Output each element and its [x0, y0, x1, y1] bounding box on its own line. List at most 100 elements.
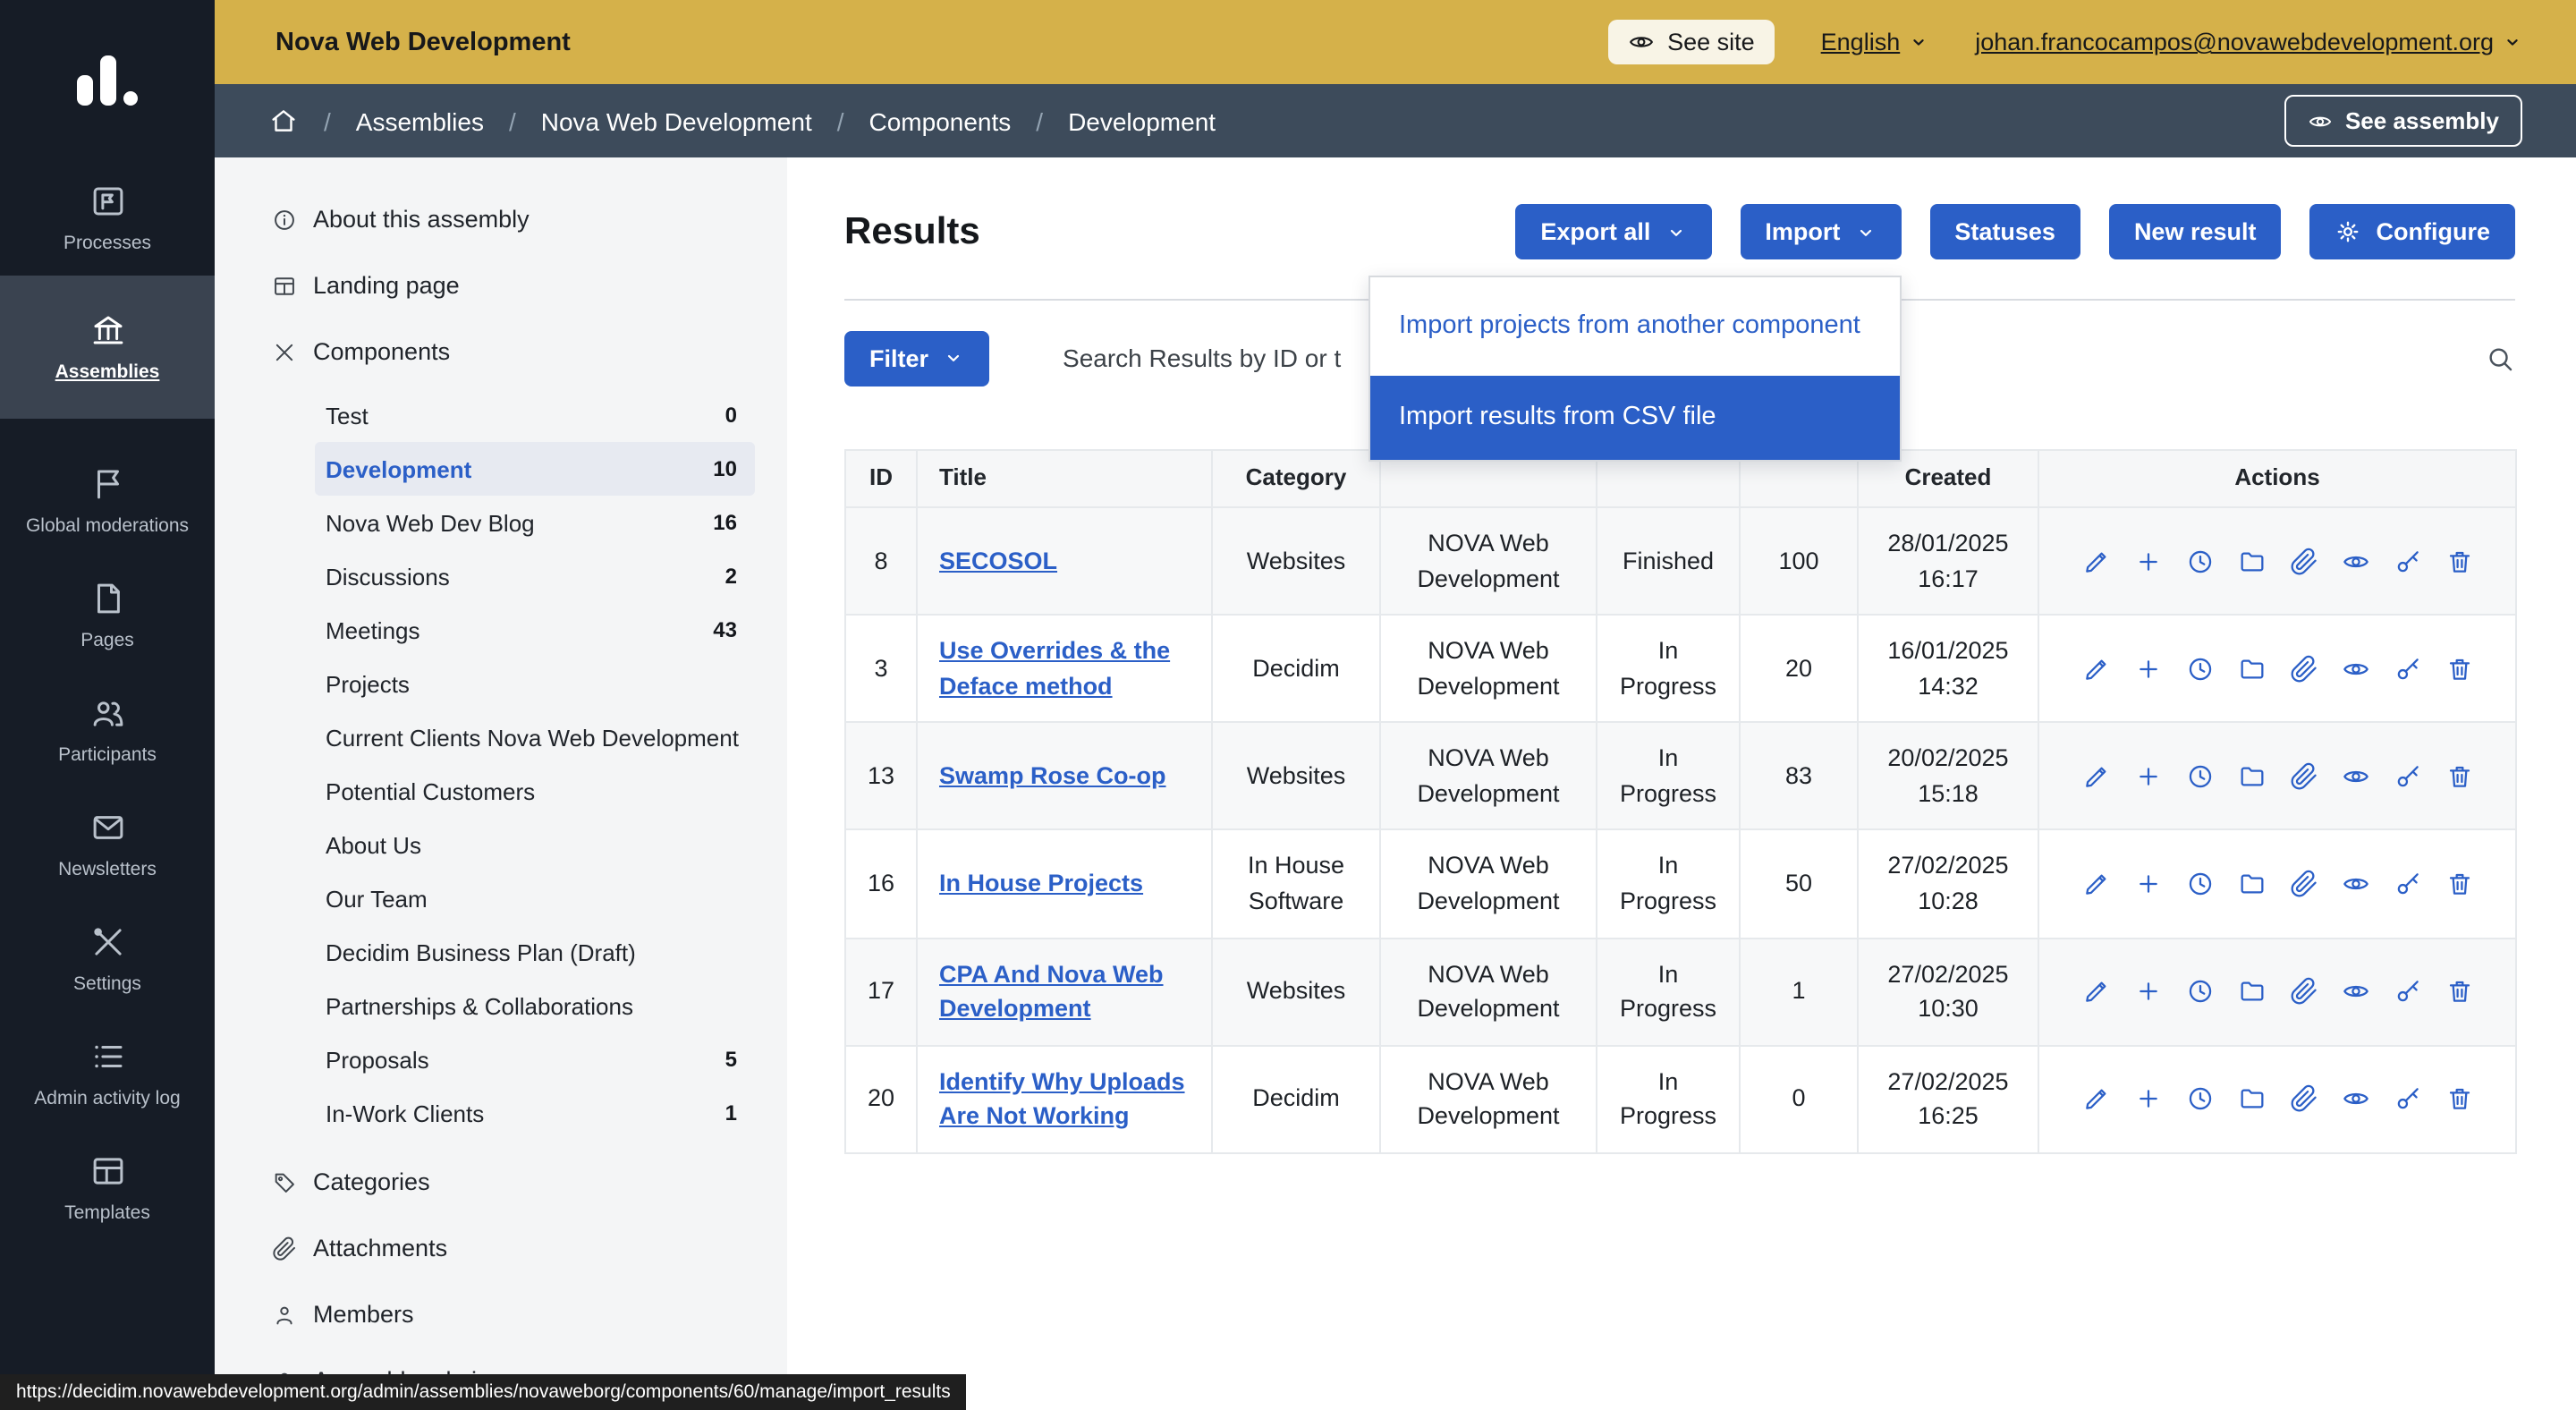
permissions-icon[interactable] — [2393, 977, 2421, 1006]
edit-icon[interactable] — [2081, 762, 2110, 791]
new-result-button[interactable]: New result — [2109, 204, 2282, 259]
preview-icon[interactable] — [2341, 762, 2369, 791]
history-icon[interactable] — [2185, 870, 2214, 898]
sidebar-item-global-moderations[interactable]: Global moderations — [0, 444, 215, 558]
permissions-icon[interactable] — [2393, 870, 2421, 898]
delete-icon[interactable] — [2445, 654, 2473, 683]
delete-icon[interactable] — [2445, 547, 2473, 575]
sidebar-item-admin-activity-log[interactable]: Admin activity log — [0, 1016, 215, 1131]
result-title-link[interactable]: Use Overrides & the Deface method — [939, 637, 1170, 699]
attachments-icon[interactable] — [2289, 762, 2318, 791]
menu-item-import-projects[interactable]: Import projects from another component — [1370, 277, 1900, 377]
edit-icon[interactable] — [2081, 870, 2110, 898]
result-title-link[interactable]: Identify Why Uploads Are Not Working — [939, 1067, 1185, 1129]
breadcrumb-component[interactable]: Development — [1068, 106, 1216, 135]
add-icon[interactable] — [2133, 870, 2162, 898]
sidebar-item-about-assembly[interactable]: About this assembly — [215, 186, 787, 252]
sidebar-item-categories[interactable]: Categories — [215, 1149, 787, 1215]
component-item-discussions[interactable]: Discussions 2 — [315, 549, 755, 603]
menu-item-import-results-csv[interactable]: Import results from CSV file — [1370, 377, 1900, 460]
component-item-potential-customers[interactable]: Potential Customers — [315, 764, 755, 818]
permissions-icon[interactable] — [2393, 654, 2421, 683]
permissions-icon[interactable] — [2393, 1084, 2421, 1113]
attachments-icon[interactable] — [2289, 547, 2318, 575]
user-menu[interactable]: johan.francocampos@novawebdevelopment.or… — [1975, 29, 2522, 55]
configure-button[interactable]: Configure — [2310, 204, 2516, 259]
sidebar-item-assemblies[interactable]: Assemblies — [0, 276, 215, 419]
attachments-icon[interactable] — [2289, 870, 2318, 898]
preview-icon[interactable] — [2341, 1084, 2369, 1113]
sidebar-item-landing-page[interactable]: Landing page — [215, 252, 787, 319]
breadcrumb-assembly[interactable]: Nova Web Development — [541, 106, 812, 135]
folder-icon[interactable] — [2237, 762, 2266, 791]
folder-icon[interactable] — [2237, 870, 2266, 898]
see-site-button[interactable]: See site — [1608, 20, 1775, 64]
filter-button[interactable]: Filter — [844, 330, 989, 386]
result-title-link[interactable]: In House Projects — [939, 870, 1143, 896]
component-item-test[interactable]: Test 0 — [315, 388, 755, 442]
component-item-proposals[interactable]: Proposals 5 — [315, 1032, 755, 1086]
export-all-button[interactable]: Export all — [1515, 204, 1711, 259]
history-icon[interactable] — [2185, 762, 2214, 791]
result-title-link[interactable]: CPA And Nova Web Development — [939, 960, 1164, 1022]
preview-icon[interactable] — [2341, 977, 2369, 1006]
preview-icon[interactable] — [2341, 547, 2369, 575]
edit-icon[interactable] — [2081, 977, 2110, 1006]
sidebar-item-newsletters[interactable]: Newsletters — [0, 787, 215, 902]
folder-icon[interactable] — [2237, 654, 2266, 683]
sidebar-item-pages[interactable]: Pages — [0, 558, 215, 673]
add-icon[interactable] — [2133, 762, 2162, 791]
component-item-meetings[interactable]: Meetings 43 — [315, 603, 755, 657]
component-item-decidim-business-plan[interactable]: Decidim Business Plan (Draft) — [315, 925, 755, 979]
add-icon[interactable] — [2133, 977, 2162, 1006]
history-icon[interactable] — [2185, 547, 2214, 575]
component-item-current-clients[interactable]: Current Clients Nova Web Development — [315, 710, 755, 764]
app-logo[interactable] — [0, 0, 215, 161]
add-icon[interactable] — [2133, 654, 2162, 683]
sidebar-item-participants[interactable]: Participants — [0, 673, 215, 787]
history-icon[interactable] — [2185, 1084, 2214, 1113]
component-item-projects[interactable]: Projects — [315, 657, 755, 710]
delete-icon[interactable] — [2445, 870, 2473, 898]
folder-icon[interactable] — [2237, 547, 2266, 575]
delete-icon[interactable] — [2445, 977, 2473, 1006]
breadcrumb-components[interactable]: Components — [869, 106, 1012, 135]
sidebar-item-settings[interactable]: Settings — [0, 902, 215, 1016]
result-title-link[interactable]: SECOSOL — [939, 548, 1057, 574]
sidebar-item-templates[interactable]: Templates — [0, 1131, 215, 1245]
breadcrumb-assemblies[interactable]: Assemblies — [356, 106, 484, 135]
preview-icon[interactable] — [2341, 870, 2369, 898]
sidebar-item-processes[interactable]: Processes — [0, 161, 215, 276]
statuses-button[interactable]: Statuses — [1929, 204, 2080, 259]
home-icon[interactable] — [268, 106, 299, 136]
edit-icon[interactable] — [2081, 654, 2110, 683]
edit-icon[interactable] — [2081, 547, 2110, 575]
history-icon[interactable] — [2185, 654, 2214, 683]
result-title-link[interactable]: Swamp Rose Co-op — [939, 762, 1166, 789]
component-item-nova-web-dev-blog[interactable]: Nova Web Dev Blog 16 — [315, 496, 755, 549]
see-assembly-button[interactable]: See assembly — [2284, 95, 2522, 147]
folder-icon[interactable] — [2237, 1084, 2266, 1113]
component-item-partnerships[interactable]: Partnerships & Collaborations — [315, 979, 755, 1032]
add-icon[interactable] — [2133, 1084, 2162, 1113]
sidebar-item-components[interactable]: Components — [215, 319, 787, 385]
component-item-about-us[interactable]: About Us — [315, 818, 755, 871]
import-button[interactable]: Import — [1740, 204, 1901, 259]
edit-icon[interactable] — [2081, 1084, 2110, 1113]
component-item-development[interactable]: Development 10 — [315, 442, 755, 496]
history-icon[interactable] — [2185, 977, 2214, 1006]
preview-icon[interactable] — [2341, 654, 2369, 683]
attachments-icon[interactable] — [2289, 1084, 2318, 1113]
sidebar-item-members[interactable]: Members — [215, 1281, 787, 1347]
language-selector[interactable]: English — [1821, 29, 1929, 55]
component-item-our-team[interactable]: Our Team — [315, 871, 755, 925]
permissions-icon[interactable] — [2393, 762, 2421, 791]
delete-icon[interactable] — [2445, 762, 2473, 791]
add-icon[interactable] — [2133, 547, 2162, 575]
delete-icon[interactable] — [2445, 1084, 2473, 1113]
search-icon[interactable] — [2485, 343, 2515, 373]
attachments-icon[interactable] — [2289, 654, 2318, 683]
component-item-in-work-clients[interactable]: In-Work Clients 1 — [315, 1086, 755, 1140]
permissions-icon[interactable] — [2393, 547, 2421, 575]
sidebar-item-attachments[interactable]: Attachments — [215, 1215, 787, 1281]
